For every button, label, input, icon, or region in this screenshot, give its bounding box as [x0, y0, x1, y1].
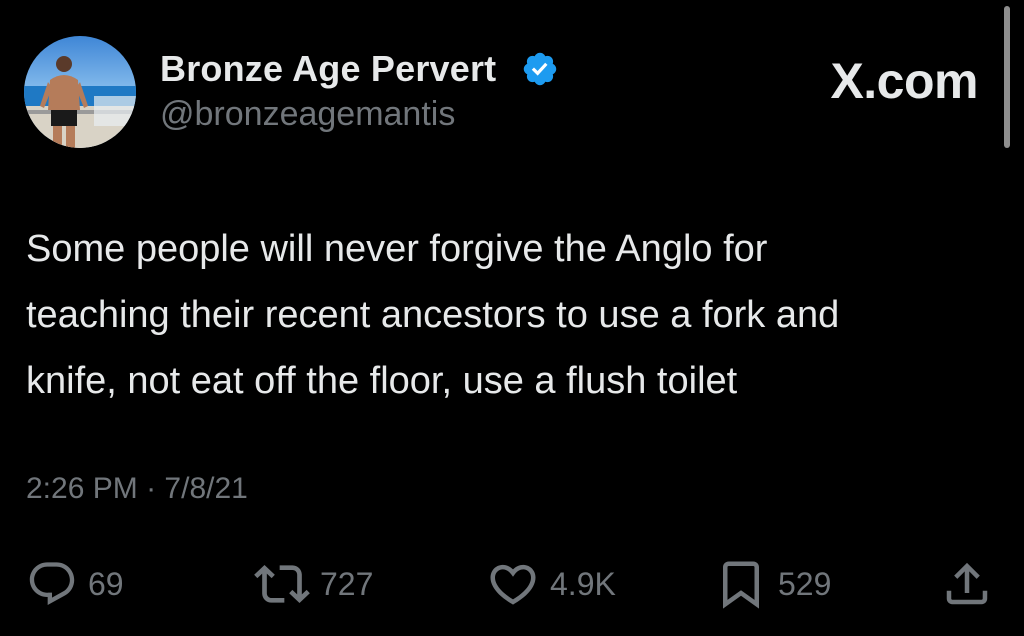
repost-button[interactable]: 727: [254, 556, 373, 612]
author-avatar[interactable]: [24, 36, 136, 148]
tweet-text-line: teaching their recent ancestors to use a…: [26, 294, 840, 336]
tweet-text: Some people will never forgive the Anglo…: [26, 216, 1001, 414]
author-handle[interactable]: @bronzeagemantis: [160, 95, 455, 134]
tweet-text-line: knife, not eat off the floor, use a flus…: [26, 360, 738, 402]
brand-label: X.com: [830, 53, 978, 109]
scrollbar[interactable]: [1004, 6, 1010, 148]
share-icon: [946, 562, 988, 605]
like-button[interactable]: 4.9K: [486, 556, 616, 612]
reply-button[interactable]: 69: [26, 556, 124, 612]
tweet-timestamp[interactable]: 2:26 PM · 7/8/21: [26, 472, 248, 506]
heart-icon: [490, 564, 536, 605]
tweet-text-line: Some people will never forgive the Anglo…: [26, 228, 768, 270]
reply-count: 69: [88, 565, 124, 602]
reply-icon: [29, 562, 75, 606]
tweet-date: 7/8/21: [164, 472, 248, 505]
bookmark-button[interactable]: 529: [714, 556, 831, 612]
bookmark-count: 529: [778, 565, 832, 602]
action-bar: 69 727 4.9K 529: [0, 556, 1024, 612]
timestamp-separator: ·: [146, 472, 157, 505]
avatar-photo-icon: [24, 36, 136, 148]
author-display-name[interactable]: Bronze Age Pervert: [160, 48, 496, 90]
bookmark-icon: [723, 561, 759, 609]
repost-icon: [254, 565, 310, 603]
verified-badge-icon: [523, 52, 557, 86]
tweet-time: 2:26 PM: [26, 472, 138, 505]
share-button[interactable]: [940, 556, 994, 612]
repost-count: 727: [320, 565, 374, 602]
like-count: 4.9K: [550, 565, 616, 602]
